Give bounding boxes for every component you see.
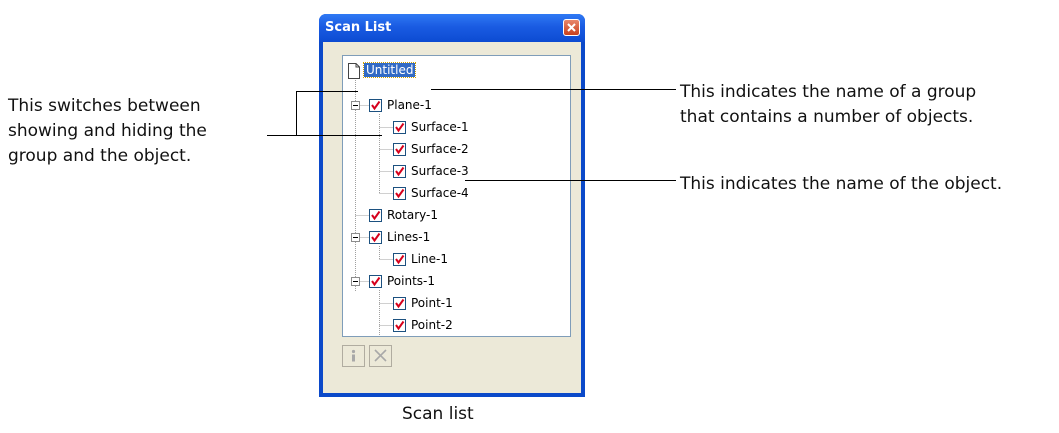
callout-lines <box>267 89 676 181</box>
